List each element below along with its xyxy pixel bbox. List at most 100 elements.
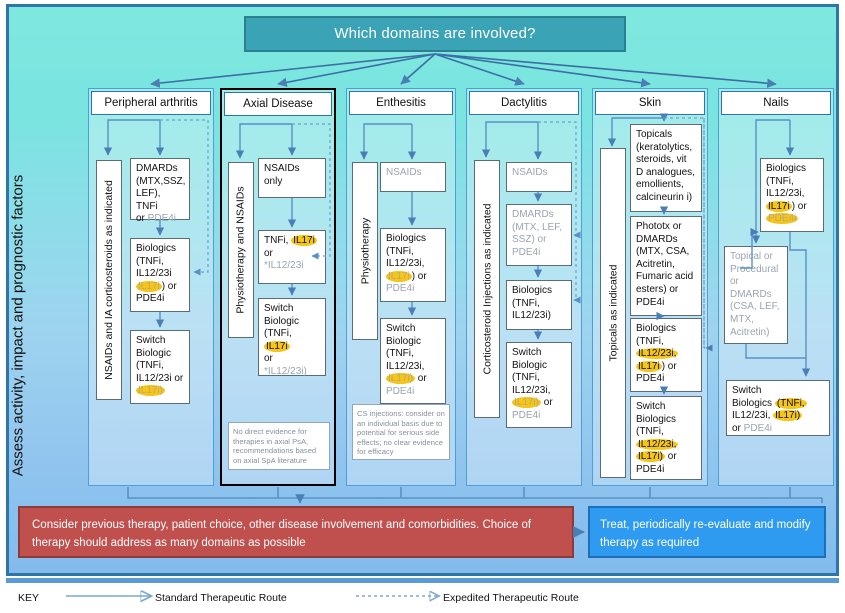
box-line: (TNFi, <box>512 372 540 384</box>
box-line: (TNFi, <box>136 360 164 372</box>
box-pa-biologics[interactable]: Biologics (TNFi, IL12/23i IL17i) or PDE4… <box>130 238 190 312</box>
box-line: (MTX, LEF, <box>512 221 563 233</box>
side-label-text-enthesitis: Physiotherapy <box>359 217 372 285</box>
legend-label: KEY <box>18 592 40 604</box>
box-line: (keratolytics, <box>636 141 693 153</box>
box-da-switch-biologic[interactable]: Switch Biologic (TNFi, IL12/23i, IL17i) … <box>506 342 572 428</box>
box-line: IL17i) or <box>386 270 427 282</box>
box-line: TNFi, IL17i <box>264 235 317 246</box>
box-line: DMARDs <box>512 209 554 220</box>
box-line: Switch <box>636 401 666 412</box>
column-header-axial-disease: Axial Disease <box>224 92 332 116</box>
column-header-peripheral-arthritis: Peripheral arthritis <box>91 91 211 115</box>
box-sk-phototx-dmards[interactable]: Phototx or DMARDs (MTX, CSA, Acitretin, … <box>630 216 702 316</box>
box-ax-switch-biologic[interactable]: Switch Biologic (TNFi, IL17i or *IL12/23… <box>258 298 326 377</box>
side-label-physiotherapy-nsaids: Physiotherapy and NSAIDs <box>228 162 254 338</box>
box-na-switch-biologics[interactable]: Switch Biologics (TNFi, IL12/23i, IL17i)… <box>726 380 830 436</box>
assess-activity-axis-label: Assess activity, impact and prognostic f… <box>0 130 36 520</box>
box-line: LEF), TNFi <box>136 188 161 212</box>
box-pa-switch-biologic[interactable]: Switch Biologic (TNFi, IL12/23i or IL17i… <box>130 330 190 404</box>
box-da-biologics[interactable]: Biologics (TNFi, IL12/23i) <box>506 280 572 330</box>
box-line: IL17i) or <box>512 397 553 409</box>
box-line: IL12/23i, <box>386 360 425 372</box>
box-da-dmards[interactable]: DMARDs (MTX, LEF, SSZ) or PDE4i <box>506 204 572 266</box>
box-line: or <box>264 247 273 259</box>
box-na-biologics[interactable]: Biologics (TNFi, IL12/23i, IL17i) or PDE… <box>760 158 824 232</box>
box-da-nsaids[interactable]: NSAIDs <box>506 162 572 192</box>
box-line: Topicals <box>636 129 673 140</box>
box-line: IL12/23i) <box>512 310 551 322</box>
box-line: (TNFi, <box>636 335 664 347</box>
note-enthesitis: CS injections: consider on an individual… <box>352 404 450 460</box>
box-line: MTX, <box>730 313 754 325</box>
box-line: Biologics <box>386 233 427 244</box>
box-line: emollients, <box>636 179 684 191</box>
box-line: (TNFi, <box>766 175 794 187</box>
box-line: NSAIDs <box>386 167 422 178</box>
box-line: PDE4i <box>512 409 541 421</box>
box-line: (TNFi, <box>636 426 664 438</box>
column-header-enthesitis: Enthesitis <box>349 91 453 115</box>
note-axial-disease: No direct evidence for therapies in axia… <box>228 422 330 470</box>
legend-standard-route-label: Standard Therapeutic Route <box>155 592 287 604</box>
box-line: Phototx or <box>636 221 682 232</box>
box-line: NSAIDs only <box>264 163 300 187</box>
box-line: Biologic <box>264 315 300 327</box>
box-line: Biologics <box>766 163 807 174</box>
box-line: or PDE4i <box>136 213 177 225</box>
box-ax-tnfi-il17i[interactable]: TNFi, IL17i or *IL12/23i <box>258 230 326 284</box>
diagram-canvas: Which domains are involved? Assess activ… <box>0 0 845 613</box>
box-line: PDE4i <box>136 293 165 305</box>
box-line: DMARDs <box>636 233 678 245</box>
box-line: Biologic <box>386 335 422 347</box>
side-label-corticosteroid-injections: Corticosteroid Injections as indicated <box>474 160 500 418</box>
box-line: (MTX, CSA, <box>636 246 690 258</box>
box-line: (TNFi, <box>386 348 414 360</box>
box-en-biologics[interactable]: Biologics (TNFi, IL12/23i, IL17i) or PDE… <box>380 228 446 302</box>
box-line: D analogues, <box>636 166 695 178</box>
box-line: PDE4i <box>386 385 415 397</box>
box-line: IL12/23i or <box>136 372 184 384</box>
box-line: IL12/23i, <box>636 438 679 450</box>
side-label-text-axial: Physiotherapy and NSAIDs <box>235 186 248 314</box>
box-en-nsaids[interactable]: NSAIDs <box>380 162 446 192</box>
box-na-topical-procedural[interactable]: Topical or Procedural or DMARDs (CSA, LE… <box>724 246 788 344</box>
box-pa-dmards[interactable]: DMARDs (MTX,SSZ, LEF), TNFi or PDE4i <box>130 158 190 224</box>
box-line: steroids, vit <box>636 154 687 166</box>
box-line: Switch <box>512 347 542 358</box>
box-line: IL12/23i, <box>512 384 551 396</box>
box-ax-nsaids-only[interactable]: NSAIDs only <box>258 158 326 198</box>
box-line: calcineurin i) <box>636 191 693 203</box>
box-line: (TNFi, <box>512 297 540 309</box>
box-line: Biologic <box>512 359 548 371</box>
box-line: Switch <box>136 335 166 346</box>
legend-expedited-route-label: Expedited Therapeutic Route <box>443 592 579 604</box>
box-line: IL12/23i, <box>386 258 425 270</box>
box-line: IL12/23i, <box>636 348 679 360</box>
box-line: Biologics <box>636 323 677 334</box>
box-line: IL12/23i, <box>766 188 805 200</box>
box-line: IL17i) or <box>386 373 427 385</box>
box-line: IL12/23i, IL17i) <box>732 410 803 422</box>
box-line: Procedural <box>730 263 779 275</box>
box-line: IL17i) or <box>766 200 807 212</box>
side-label-nsaids-ia-corticosteroids: NSAIDs and IA corticosteroids as indicat… <box>96 160 122 400</box>
box-line: PDE4i <box>512 246 541 258</box>
treat-reevaluate-panel: Treat, periodically re-evaluate and modi… <box>588 506 826 558</box>
column-header-skin: Skin <box>595 91 705 115</box>
box-sk-biologics[interactable]: Biologics (TNFi, IL12/23i, IL17i) or PDE… <box>630 318 702 392</box>
box-line: (TNFi, <box>386 245 414 257</box>
box-sk-switch-biologics[interactable]: Switch Biologics (TNFi, IL12/23i, IL17i)… <box>630 396 702 480</box>
box-line: IL12/23i <box>136 268 172 280</box>
box-line: PDE4i <box>636 463 665 475</box>
box-line: esters) or <box>636 283 679 295</box>
box-line: or <box>264 353 273 365</box>
side-label-text-peripheral: NSAIDs and IA corticosteroids as indicat… <box>103 180 116 380</box>
box-sk-topicals[interactable]: Topicals (keratolytics, steroids, vit D … <box>630 124 702 212</box>
box-line: Switch <box>386 323 416 334</box>
box-line: PDE4i <box>766 213 799 225</box>
box-en-switch-biologic[interactable]: Switch Biologic (TNFi, IL12/23i, IL17i) … <box>380 318 446 404</box>
column-header-nails: Nails <box>721 91 831 115</box>
box-line: Fumaric acid <box>636 271 694 283</box>
box-line: Biologics <box>512 285 553 296</box>
